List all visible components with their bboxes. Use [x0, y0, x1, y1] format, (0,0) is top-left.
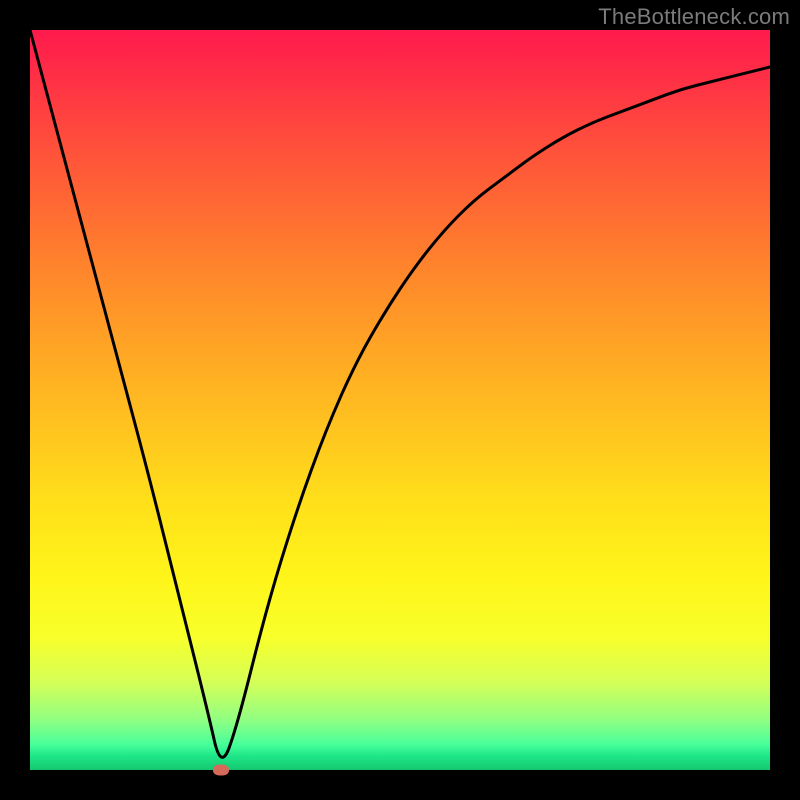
chart-frame: TheBottleneck.com [0, 0, 800, 800]
minimum-marker [213, 765, 229, 776]
watermark-text: TheBottleneck.com [598, 4, 790, 30]
bottleneck-curve [30, 30, 770, 757]
plot-area [30, 30, 770, 770]
curve-layer [30, 30, 770, 770]
